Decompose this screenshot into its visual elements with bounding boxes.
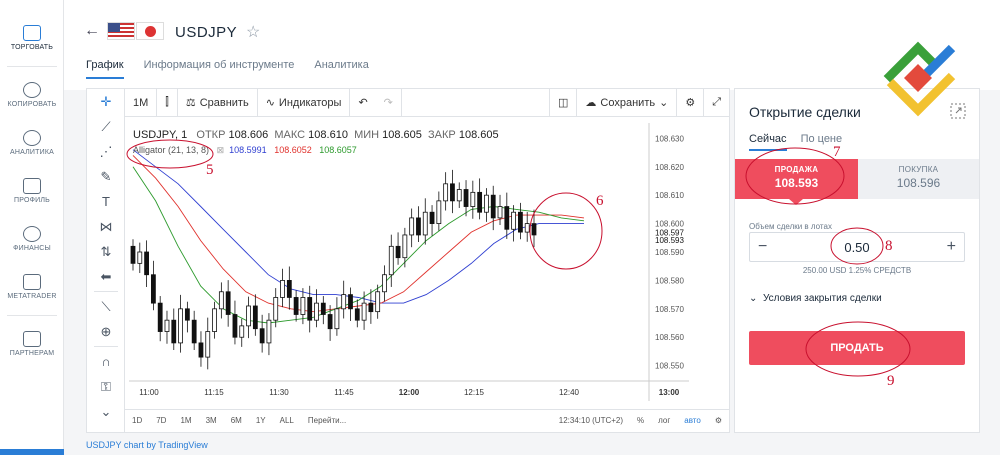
annotation-label-8: 8	[885, 238, 893, 254]
annotation-label-6: 6	[596, 193, 604, 209]
annotation-layer	[126, 139, 911, 377]
annotation-label-5: 5	[206, 162, 214, 178]
annotation-label-9: 9	[887, 373, 895, 389]
annotation-label-7: 7	[833, 144, 841, 160]
